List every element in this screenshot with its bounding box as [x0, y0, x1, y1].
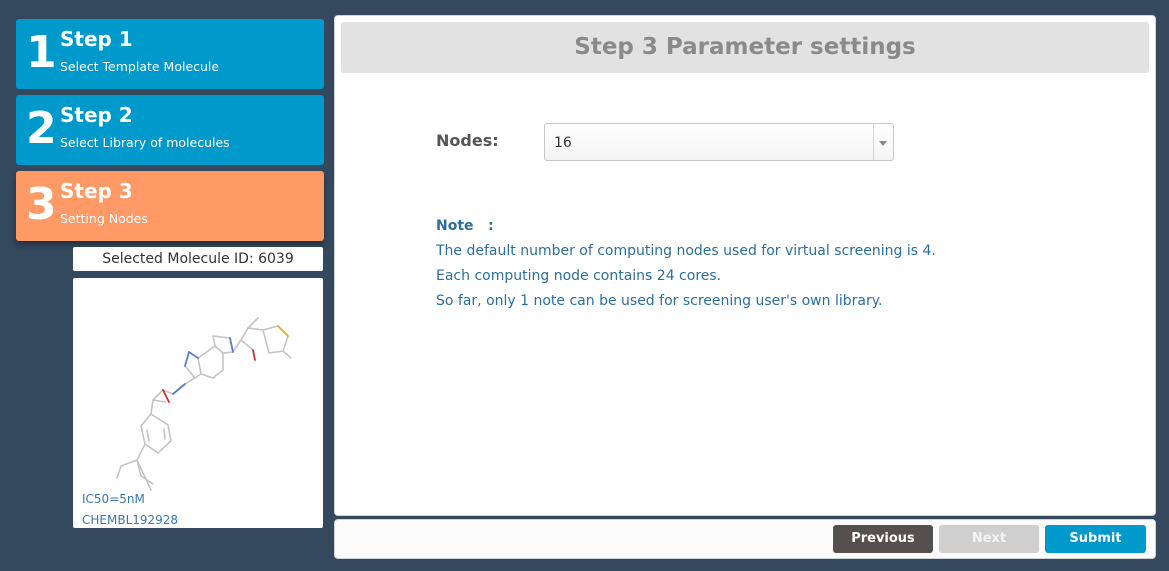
submit-button[interactable]: Submit: [1045, 525, 1146, 553]
chembl-id-label: CHEMBL192928: [82, 513, 179, 527]
step-number: 3: [26, 179, 57, 230]
selected-molecule-id: Selected Molecule ID: 6039: [73, 247, 323, 271]
note-line: The default number of computing nodes us…: [436, 243, 936, 259]
note-line: Each computing node contains 24 cores.: [436, 268, 722, 284]
step-title: Step 2: [60, 103, 133, 127]
step-number: 2: [26, 103, 57, 154]
ic50-label: IC50=5nM: [82, 492, 145, 506]
step-2[interactable]: 2 Step 2 Select Library of molecules: [16, 95, 324, 165]
step-1[interactable]: 1 Step 1 Select Template Molecule: [16, 19, 324, 89]
panel-title: Step 3 Parameter settings: [341, 22, 1149, 73]
step-subtitle: Select Template Molecule: [60, 59, 220, 74]
step-subtitle: Select Library of molecules: [60, 135, 230, 150]
nodes-label: Nodes:: [436, 131, 499, 150]
previous-button[interactable]: Previous: [833, 525, 933, 553]
molecule-structure-icon: [116, 317, 292, 491]
note-line: So far, only 1 note can be used for scre…: [436, 293, 883, 309]
note-title: Note :: [436, 218, 494, 234]
step-title: Step 1: [60, 27, 133, 51]
select-arrow-button[interactable]: [873, 124, 893, 160]
step-3[interactable]: 3 Step 3 Setting Nodes: [16, 171, 324, 241]
next-button[interactable]: Next: [939, 525, 1039, 553]
molecule-card: IC50=5nM CHEMBL192928: [73, 278, 323, 528]
chevron-down-icon: [879, 141, 887, 146]
nodes-select-value: 16: [554, 135, 572, 151]
step-title: Step 3: [60, 179, 133, 203]
wizard-footer: Previous Next Submit: [334, 519, 1156, 559]
step-number: 1: [26, 27, 57, 78]
step-subtitle: Setting Nodes: [60, 211, 148, 226]
parameter-settings-panel: Step 3 Parameter settings Nodes: 16 Note…: [334, 15, 1156, 516]
nodes-select[interactable]: 16: [544, 123, 894, 161]
